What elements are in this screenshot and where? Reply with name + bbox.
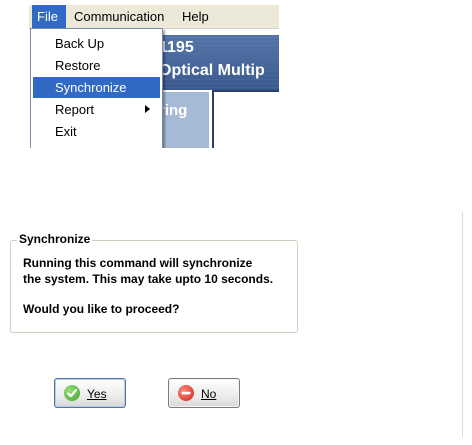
menu-item-back-up[interactable]: Back Up xyxy=(33,33,160,54)
groupbox-title: Synchronize xyxy=(17,232,93,246)
check-circle-icon xyxy=(64,385,80,401)
banner-model-number: 1195 xyxy=(159,39,194,56)
no-button-label: No xyxy=(201,387,217,401)
menu-item-report-label: Report xyxy=(55,102,95,117)
menu-item-restore[interactable]: Restore xyxy=(33,55,160,76)
app-content-frame xyxy=(212,90,279,148)
app-banner: 1195 Optical Multip xyxy=(149,35,279,90)
menu-file[interactable]: File xyxy=(32,5,66,28)
confirmation-question: Would you like to proceed? xyxy=(23,302,180,316)
minus-circle-icon xyxy=(178,385,194,401)
panel-label: ring xyxy=(159,102,188,119)
yes-button[interactable]: Yes xyxy=(54,378,126,408)
menu-help[interactable]: Help xyxy=(177,5,217,28)
menu-item-exit[interactable]: Exit xyxy=(33,121,160,142)
app-window-snippet: File Communication Help 1195 Optical Mul… xyxy=(29,5,279,148)
message-line-1: Running this command will synchronize xyxy=(23,256,253,270)
menu-item-report[interactable]: Report xyxy=(33,99,160,120)
message-line-2: the system. This may take upto 10 second… xyxy=(23,272,274,286)
vertical-divider xyxy=(462,212,463,437)
submenu-arrow-icon xyxy=(145,105,150,113)
menu-communication[interactable]: Communication xyxy=(69,5,176,28)
canvas: File Communication Help 1195 Optical Mul… xyxy=(0,0,472,445)
menu-item-synchronize[interactable]: Synchronize xyxy=(33,77,160,98)
yes-button-label: Yes xyxy=(87,387,107,401)
menu-bar: File Communication Help xyxy=(29,5,279,29)
banner-product-name: Optical Multip xyxy=(159,62,265,79)
no-button[interactable]: No xyxy=(168,378,240,408)
synchronize-groupbox: Synchronize Running this command will sy… xyxy=(10,232,298,333)
file-menu-dropdown: Back Up Restore Synchronize Report Exit xyxy=(30,28,163,148)
